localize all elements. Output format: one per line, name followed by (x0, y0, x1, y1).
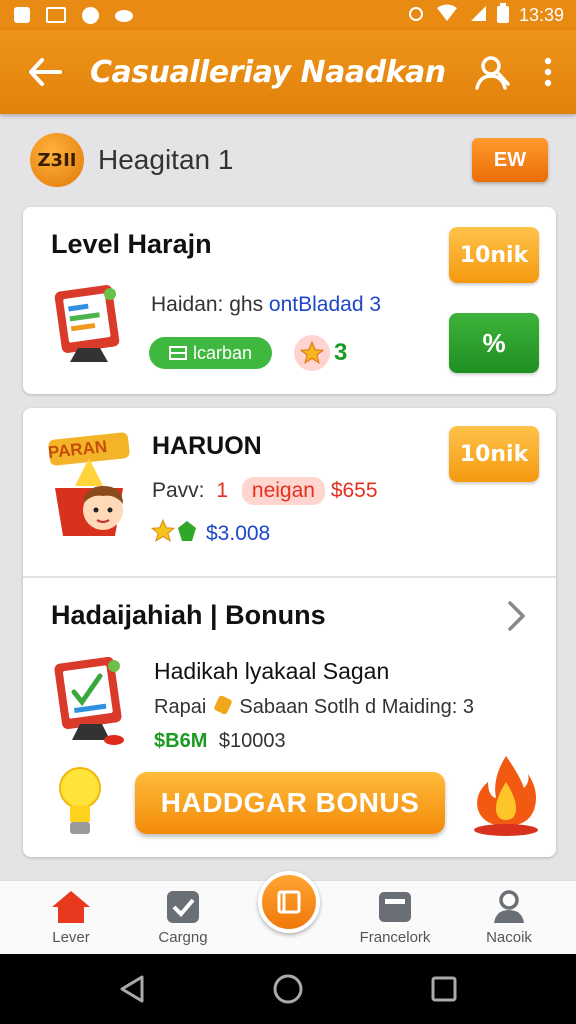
harvest-value-row: $3.008 (150, 518, 270, 549)
level-action-button[interactable]: % (449, 313, 539, 373)
nav-item-nacoik[interactable]: Nacoik (454, 889, 564, 946)
status-bar: 13:39 (0, 0, 576, 30)
message-icon (46, 6, 66, 24)
notification-icon (12, 6, 32, 24)
alarm-icon (407, 4, 425, 27)
list-icon (169, 346, 187, 360)
book-icon (277, 890, 301, 914)
inbox-icon (379, 892, 411, 922)
coin-icon (213, 694, 233, 716)
center-action-button[interactable] (258, 871, 320, 933)
card-divider (23, 576, 556, 578)
level-card: Level Harajn Haidan: ghs ontBladad 3 lca… (23, 207, 556, 394)
page-title: Casualleriay Naadkan (90, 54, 446, 90)
home-icon (52, 891, 90, 923)
more-options-icon[interactable] (520, 30, 576, 114)
nav-item-cargng[interactable]: Cargng (128, 889, 238, 946)
recents-square-icon[interactable] (430, 975, 458, 1008)
profile-icon (494, 890, 524, 923)
sync-icon (80, 6, 100, 24)
harvest-reward-badge[interactable]: 10nik (449, 426, 539, 482)
bottom-nav: Lever Cargng Francelork Nacoik (0, 871, 576, 954)
back-arrow-icon[interactable] (0, 30, 90, 114)
lightbulb-icon (56, 764, 104, 843)
clock-time: 13:39 (518, 4, 564, 25)
app-bar: Casualleriay Naadkan (0, 30, 576, 114)
harvest-pay-line: Pavv: 1 neigan $655 (152, 477, 378, 505)
bonus-detail-line: Rapai Sabaan Sotlh d Maiding: 3 (154, 694, 474, 718)
star-badge-icon (294, 335, 331, 371)
level-info-line: Haidan: ghs ontBladad 3 (151, 293, 382, 316)
gem-icon (176, 519, 198, 548)
check-icon (167, 891, 199, 923)
bonus-title: Hadaijahiah | Bonuns (51, 600, 326, 630)
bonus-amount-line: $B6M $10003 (154, 730, 286, 752)
bonus-subtitle: Hadikah lyakaal Sagan (154, 658, 390, 684)
star-count: 3 (334, 339, 348, 366)
chevron-right-icon[interactable] (503, 600, 529, 637)
profile-logo: Z3II (30, 133, 84, 187)
battery-icon (496, 2, 509, 28)
level-status-chip[interactable]: lcarban (149, 337, 273, 369)
bonus-button[interactable]: HADDGAR BONUS (135, 772, 445, 834)
harvest-value: $3.008 (206, 521, 271, 545)
harvest-title: HARUON (152, 432, 262, 460)
star-icon (150, 518, 176, 549)
profile-name: Heagitan 1 (98, 144, 234, 175)
profile-header: Z3II Heagitan 1 EW (30, 130, 550, 190)
header-pill-button[interactable]: EW (472, 138, 548, 182)
level-title: Level Harajn (51, 229, 212, 259)
nav-item-francelork[interactable]: Francelork (340, 889, 450, 946)
back-triangle-icon[interactable] (118, 974, 148, 1009)
user-search-icon[interactable] (464, 30, 520, 114)
signal-icon (469, 4, 487, 27)
wifi-icon (435, 4, 459, 27)
nav-item-lever[interactable]: Lever (16, 889, 126, 946)
level-reward-badge[interactable]: 10nik (449, 227, 539, 283)
level-status-row: lcarban 3 (149, 335, 347, 371)
tablet-illustration-icon (48, 282, 128, 367)
system-nav-bar (0, 954, 576, 1024)
fire-icon (470, 752, 542, 843)
cloud-icon (114, 6, 134, 24)
checklist-tablet-icon (48, 654, 134, 749)
home-circle-icon[interactable] (272, 973, 304, 1010)
